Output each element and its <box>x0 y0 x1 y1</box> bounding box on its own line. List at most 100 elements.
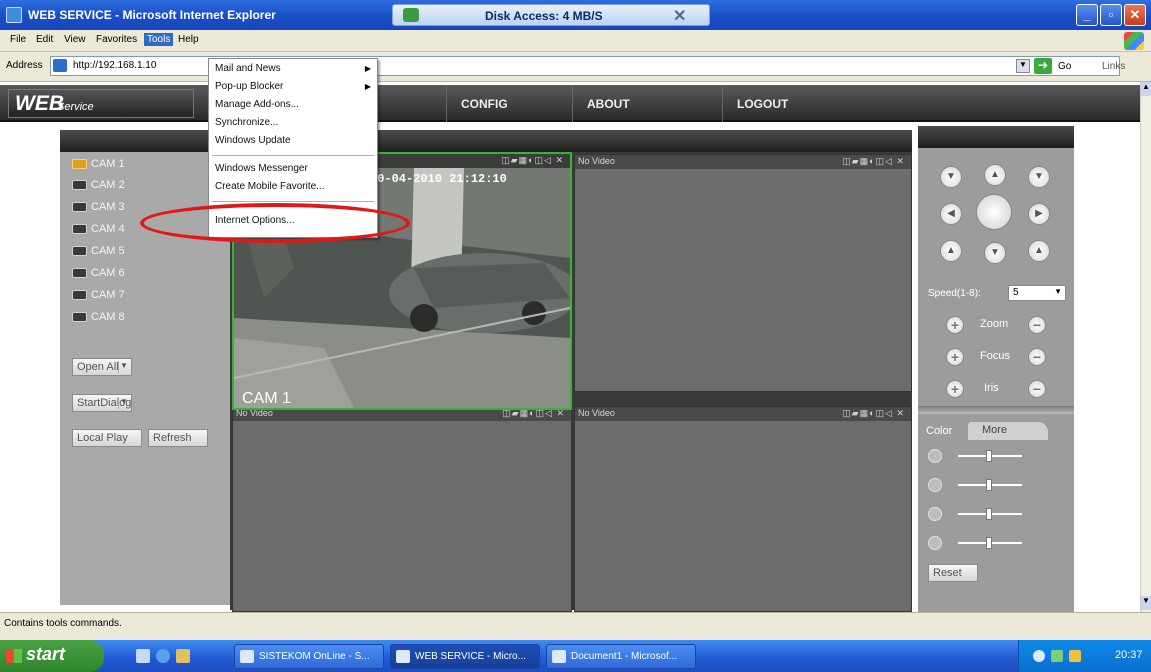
ptz-down-left-button[interactable]: ▲ <box>940 240 962 262</box>
taskbar: start SISTEKOM OnLine - S... WEB SERVICE… <box>0 640 1151 672</box>
pane-controls[interactable]: ◫▰▦◐◫◁ ✕ <box>501 155 564 166</box>
pane-controls[interactable]: ◫▰▦◐◫◁ ✕ <box>842 156 905 167</box>
tab-more[interactable]: More <box>968 422 1048 440</box>
nav-config[interactable]: CONFIG <box>446 85 566 122</box>
chevron-down-icon: ▼ <box>118 361 129 373</box>
menu-help[interactable]: Help <box>178 34 199 45</box>
camera-item-1[interactable]: CAM 1 <box>72 158 125 174</box>
go-arrow-icon[interactable]: ➔ <box>1034 58 1052 74</box>
ptz-right-button[interactable]: ▶ <box>1028 203 1050 225</box>
focus-in-button[interactable]: + <box>946 348 964 366</box>
camera-overlay-label: CAM 1 <box>242 390 291 407</box>
close-small-icon[interactable]: ✕ <box>673 6 686 26</box>
taskbar-item-sistekom[interactable]: SISTEKOM OnLine - S... <box>234 644 384 669</box>
close-button[interactable]: ✕ <box>1124 4 1146 26</box>
video-pane-3[interactable]: No Video ◫▰▦◐◫◁ ✕ <box>232 406 572 612</box>
start-dialog-select[interactable]: StartDialog ▼ <box>72 394 132 412</box>
taskbar-item-web-service[interactable]: WEB SERVICE - Micro... <box>390 644 540 669</box>
zoom-out-button[interactable]: − <box>1028 316 1046 334</box>
ie-quicklaunch-icon[interactable] <box>156 649 170 663</box>
ptz-down-button[interactable]: ▼ <box>984 242 1006 264</box>
ie-icon <box>396 650 410 663</box>
camera-timestamp: 20-04-2010 21:12:10 <box>370 172 507 186</box>
menu-favorites[interactable]: Favorites <box>96 34 137 45</box>
ptz-down-right-button[interactable]: ▲ <box>1028 240 1050 262</box>
quicklaunch-icon[interactable] <box>136 649 150 663</box>
tab-color[interactable]: Color <box>926 425 952 437</box>
video-pane-2[interactable]: No Video ◫▰▦◐◫◁ ✕ <box>574 154 912 392</box>
page-icon <box>53 59 67 72</box>
desktop-quicklaunch-icon[interactable] <box>176 649 190 663</box>
menu-item-mail-and-news[interactable]: Mail and News <box>215 63 281 74</box>
panel-divider <box>918 406 1074 414</box>
panel-header <box>60 130 230 152</box>
camera-icon <box>72 202 87 213</box>
ptz-up-left-button[interactable]: ▼ <box>940 166 962 188</box>
iris-label: Iris <box>984 382 999 394</box>
window-title: WEB SERVICE - Microsoft Internet Explore… <box>28 8 276 22</box>
menu-view[interactable]: View <box>64 34 86 45</box>
nav-logout[interactable]: LOGOUT <box>722 85 842 122</box>
ptz-center-button[interactable] <box>976 194 1012 230</box>
speed-select[interactable]: 5 ▼ <box>1008 285 1066 301</box>
hue-slider[interactable] <box>928 536 1038 550</box>
start-button[interactable]: start <box>0 640 104 672</box>
menu-item-popup-blocker[interactable]: Pop-up Blocker <box>215 81 283 92</box>
camera-item-3[interactable]: CAM 3 <box>72 201 125 217</box>
saturation-slider[interactable] <box>928 507 1038 521</box>
links-label[interactable]: Links <box>1102 61 1125 72</box>
maximize-button[interactable]: ▫ <box>1100 4 1122 26</box>
iris-open-button[interactable]: + <box>946 380 964 398</box>
focus-out-button[interactable]: − <box>1028 348 1046 366</box>
taskbar-item-document1[interactable]: Document1 - Microsof... <box>546 644 696 669</box>
ptz-up-button[interactable]: ▲ <box>984 164 1006 186</box>
pane-header: No Video ◫▰▦◐◫◁ ✕ <box>575 407 911 421</box>
zoom-label: Zoom <box>980 318 1009 330</box>
camera-item-5[interactable]: CAM 5 <box>72 245 125 261</box>
address-dropdown-icon[interactable]: ▼ <box>1016 59 1030 73</box>
security-icon[interactable] <box>1069 650 1081 662</box>
vertical-scrollbar[interactable]: ▲ ▼ <box>1140 82 1151 612</box>
menu-edit[interactable]: Edit <box>36 34 53 45</box>
camera-item-7[interactable]: CAM 7 <box>72 289 125 305</box>
brightness-slider[interactable] <box>928 449 1038 463</box>
chevron-down-icon: ▼ <box>1054 287 1062 296</box>
clock: 20:37 <box>1115 649 1143 661</box>
camera-item-8[interactable]: CAM 8 <box>72 311 125 327</box>
menu-item-windows-update[interactable]: Windows Update <box>215 135 291 146</box>
menu-item-windows-messenger[interactable]: Windows Messenger <box>215 163 308 174</box>
menu-item-create-mobile-favorite[interactable]: Create Mobile Favorite... <box>215 181 325 192</box>
pane-controls[interactable]: ◫▰▦◐◫◁ ✕ <box>842 408 905 419</box>
disk-access-indicator: Disk Access: 4 MB/S ✕ <box>392 4 710 26</box>
page-viewport: WEB Service CONFIG ABOUT LOGOUT CAM 1 CA… <box>0 82 1140 612</box>
menu-file[interactable]: File <box>10 34 26 45</box>
network-icon[interactable] <box>1051 650 1063 662</box>
local-play-button[interactable]: Local Play <box>72 429 142 447</box>
zoom-in-button[interactable]: + <box>946 316 964 334</box>
menu-item-manage-addons[interactable]: Manage Add-ons... <box>215 99 299 110</box>
brightness-icon <box>928 449 942 463</box>
refresh-button[interactable]: Refresh <box>148 429 208 447</box>
camera-icon <box>72 180 87 191</box>
scroll-down-icon[interactable]: ▼ <box>1141 596 1151 610</box>
video-pane-4[interactable]: No Video ◫▰▦◐◫◁ ✕ <box>574 406 912 612</box>
menu-tools[interactable]: Tools <box>144 33 174 46</box>
menu-item-synchronize[interactable]: Synchronize... <box>215 117 278 128</box>
go-label[interactable]: Go <box>1058 61 1071 72</box>
menu-separator <box>212 201 374 202</box>
scroll-up-icon[interactable]: ▲ <box>1141 82 1151 96</box>
ptz-up-right-button[interactable]: ▼ <box>1028 166 1050 188</box>
volume-icon[interactable] <box>1033 650 1045 662</box>
open-all-select[interactable]: Open All ▼ <box>72 358 132 376</box>
status-text: Contains tools commands. <box>4 618 122 629</box>
minimize-button[interactable]: _ <box>1076 4 1098 26</box>
camera-item-2[interactable]: CAM 2 <box>72 179 125 195</box>
camera-item-6[interactable]: CAM 6 <box>72 267 125 283</box>
contrast-slider[interactable] <box>928 478 1038 492</box>
ptz-left-button[interactable]: ◀ <box>940 203 962 225</box>
iris-close-button[interactable]: − <box>1028 380 1046 398</box>
nav-about[interactable]: ABOUT <box>572 85 692 122</box>
reset-button[interactable]: Reset <box>928 564 978 582</box>
camera-item-4[interactable]: CAM 4 <box>72 223 125 239</box>
address-label: Address <box>6 60 43 71</box>
